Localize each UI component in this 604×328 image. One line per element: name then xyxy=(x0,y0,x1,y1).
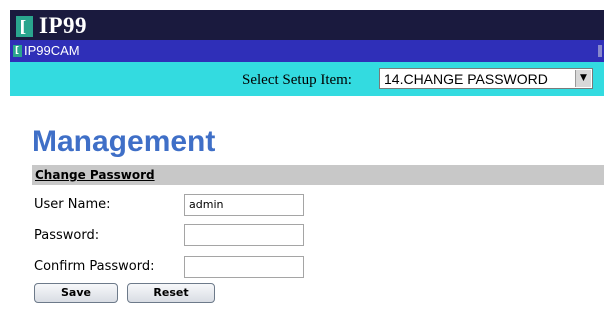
camera-logo-icon: [ xyxy=(13,45,22,57)
setup-item-selected-value: 14.CHANGE PASSWORD xyxy=(384,71,548,87)
section-header: Change Password xyxy=(32,165,604,185)
password-label: Password: xyxy=(34,228,100,243)
page-title: Management xyxy=(32,125,216,158)
confirm-password-label: Confirm Password: xyxy=(34,259,155,274)
camera-name: IP99CAM xyxy=(24,43,80,58)
brand-name: IP99 xyxy=(39,13,87,38)
username-label: User Name: xyxy=(34,197,111,212)
setup-bar: Select Setup Item: 14.CHANGE PASSWORD ▼ xyxy=(10,62,604,96)
setup-item-label: Select Setup Item: xyxy=(242,72,352,88)
top-banner: [ IP99 xyxy=(10,10,604,40)
reset-button[interactable]: Reset xyxy=(127,283,215,303)
save-button[interactable]: Save xyxy=(34,283,118,303)
camera-title-bar: [ IP99CAM xyxy=(10,40,604,62)
logo-glyph: [ xyxy=(19,17,27,36)
sub-logo-glyph: [ xyxy=(15,46,20,56)
confirm-password-field[interactable] xyxy=(184,256,304,278)
bar-edge-marker xyxy=(598,45,602,57)
section-title: Change Password xyxy=(35,168,155,182)
password-field[interactable] xyxy=(184,224,304,246)
chevron-down-icon[interactable]: ▼ xyxy=(575,70,591,87)
setup-item-select[interactable]: 14.CHANGE PASSWORD ▼ xyxy=(379,68,593,89)
username-field[interactable]: admin xyxy=(184,194,304,216)
brand-logo-icon: [ xyxy=(16,16,33,37)
